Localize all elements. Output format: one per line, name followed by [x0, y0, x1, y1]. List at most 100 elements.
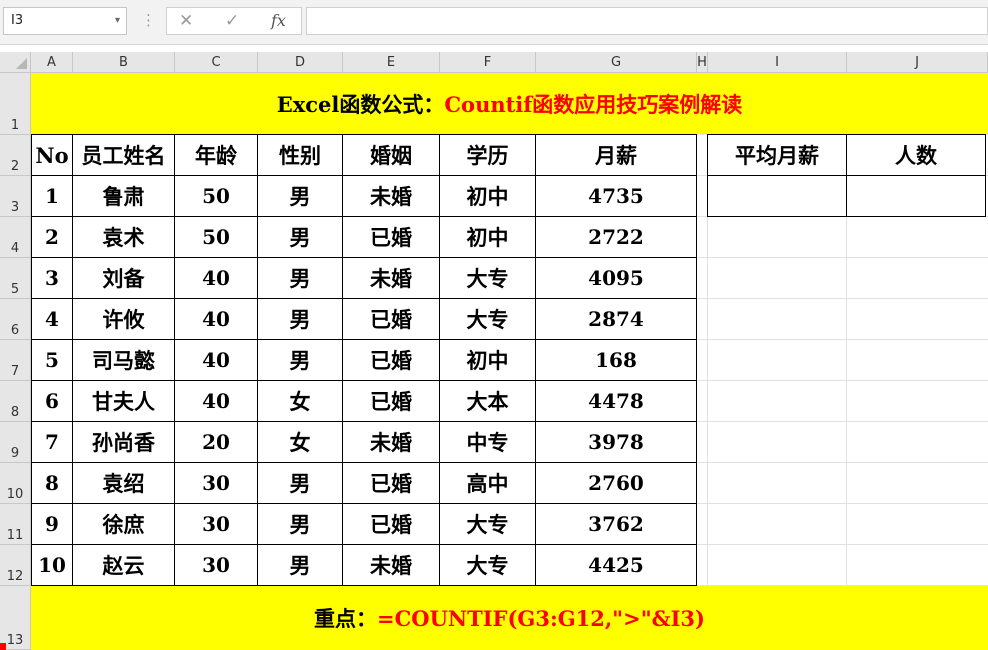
- row-header-13[interactable]: 13: [0, 586, 31, 650]
- title-cell[interactable]: Excel函数公式： Countif函数应用技巧案例解读: [31, 73, 988, 134]
- table-cell[interactable]: 甘夫人: [73, 381, 175, 422]
- column-header-i[interactable]: I: [708, 52, 847, 73]
- table-cell[interactable]: 已婚: [343, 504, 440, 545]
- enter-icon[interactable]: ✓: [225, 11, 239, 31]
- count-result-cell[interactable]: [847, 176, 986, 217]
- table-cell[interactable]: 40: [175, 299, 258, 340]
- name-box[interactable]: I3 ▾: [3, 7, 127, 35]
- header-cell-gender[interactable]: 性别: [258, 135, 343, 176]
- table-cell[interactable]: 4735: [536, 176, 697, 217]
- table-cell[interactable]: 赵云: [73, 545, 175, 586]
- table-cell[interactable]: 男: [258, 463, 343, 504]
- table-cell[interactable]: 男: [258, 545, 343, 586]
- table-cell[interactable]: 40: [175, 340, 258, 381]
- formula-input[interactable]: [306, 7, 988, 35]
- table-cell[interactable]: 初中: [440, 340, 536, 381]
- row-header-11[interactable]: 11: [0, 504, 31, 545]
- row-header-8[interactable]: 8: [0, 381, 31, 422]
- table-cell[interactable]: 孙尚香: [73, 422, 175, 463]
- row-header-4[interactable]: 4: [0, 217, 31, 258]
- header-cell-no[interactable]: No: [32, 135, 73, 176]
- table-cell[interactable]: 3: [32, 258, 73, 299]
- table-cell[interactable]: 女: [258, 381, 343, 422]
- table-cell[interactable]: 已婚: [343, 340, 440, 381]
- table-cell[interactable]: 未婚: [343, 545, 440, 586]
- table-cell[interactable]: 未婚: [343, 258, 440, 299]
- table-cell[interactable]: 2722: [536, 217, 697, 258]
- row-header-6[interactable]: 6: [0, 299, 31, 340]
- column-header-h[interactable]: H: [697, 52, 708, 73]
- table-cell[interactable]: 高中: [440, 463, 536, 504]
- table-cell[interactable]: 大专: [440, 258, 536, 299]
- table-cell[interactable]: 50: [175, 176, 258, 217]
- formula-note-cell[interactable]: 重点： =COUNTIF(G3:G12,">"&I3): [31, 586, 988, 650]
- table-cell[interactable]: 3762: [536, 504, 697, 545]
- table-cell[interactable]: 2874: [536, 299, 697, 340]
- table-cell[interactable]: 30: [175, 504, 258, 545]
- table-cell[interactable]: 女: [258, 422, 343, 463]
- table-cell[interactable]: 9: [32, 504, 73, 545]
- column-header-d[interactable]: D: [258, 52, 343, 73]
- table-cell[interactable]: 已婚: [343, 217, 440, 258]
- table-cell[interactable]: 初中: [440, 176, 536, 217]
- table-cell[interactable]: 3978: [536, 422, 697, 463]
- table-cell[interactable]: 鲁肃: [73, 176, 175, 217]
- row-header-9[interactable]: 9: [0, 422, 31, 463]
- table-cell[interactable]: 大专: [440, 545, 536, 586]
- table-cell[interactable]: 4: [32, 299, 73, 340]
- row-header-2[interactable]: 2: [0, 135, 31, 176]
- table-cell[interactable]: 男: [258, 504, 343, 545]
- table-cell[interactable]: 司马懿: [73, 340, 175, 381]
- table-cell[interactable]: 5: [32, 340, 73, 381]
- table-cell[interactable]: 2760: [536, 463, 697, 504]
- more-options-icon[interactable]: ⋮: [141, 10, 156, 30]
- table-cell[interactable]: 大专: [440, 504, 536, 545]
- table-cell[interactable]: 4478: [536, 381, 697, 422]
- table-cell[interactable]: 未婚: [343, 176, 440, 217]
- select-all-corner[interactable]: [0, 52, 31, 73]
- column-header-f[interactable]: F: [440, 52, 536, 73]
- cancel-icon[interactable]: ✕: [179, 11, 193, 31]
- header-cell-avg-salary[interactable]: 平均月薪: [708, 135, 847, 176]
- header-cell-salary[interactable]: 月薪: [536, 135, 697, 176]
- table-cell[interactable]: 男: [258, 258, 343, 299]
- table-cell[interactable]: 初中: [440, 217, 536, 258]
- row-header-1[interactable]: 1: [0, 73, 31, 135]
- table-cell[interactable]: 6: [32, 381, 73, 422]
- table-cell[interactable]: 许攸: [73, 299, 175, 340]
- column-header-b[interactable]: B: [73, 52, 175, 73]
- table-cell[interactable]: 刘备: [73, 258, 175, 299]
- table-cell[interactable]: 50: [175, 217, 258, 258]
- column-header-e[interactable]: E: [343, 52, 440, 73]
- header-cell-education[interactable]: 学历: [440, 135, 536, 176]
- header-cell-age[interactable]: 年龄: [175, 135, 258, 176]
- header-cell-count[interactable]: 人数: [847, 135, 986, 176]
- table-cell[interactable]: 袁术: [73, 217, 175, 258]
- column-header-c[interactable]: C: [175, 52, 258, 73]
- header-cell-name[interactable]: 员工姓名: [73, 135, 175, 176]
- row-header-10[interactable]: 10: [0, 463, 31, 504]
- row-header-3[interactable]: 3: [0, 176, 31, 217]
- avg-salary-input-cell[interactable]: [708, 176, 847, 217]
- table-cell[interactable]: 30: [175, 545, 258, 586]
- table-cell[interactable]: 袁绍: [73, 463, 175, 504]
- header-cell-marital[interactable]: 婚姻: [343, 135, 440, 176]
- table-cell[interactable]: 大本: [440, 381, 536, 422]
- table-cell[interactable]: 已婚: [343, 299, 440, 340]
- table-cell[interactable]: 40: [175, 381, 258, 422]
- table-cell[interactable]: 大专: [440, 299, 536, 340]
- table-cell[interactable]: 已婚: [343, 381, 440, 422]
- table-cell[interactable]: 中专: [440, 422, 536, 463]
- table-cell[interactable]: 8: [32, 463, 73, 504]
- row-header-7[interactable]: 7: [0, 340, 31, 381]
- table-cell[interactable]: 4425: [536, 545, 697, 586]
- table-cell[interactable]: 男: [258, 340, 343, 381]
- table-cell[interactable]: 未婚: [343, 422, 440, 463]
- table-cell[interactable]: 男: [258, 176, 343, 217]
- row-header-5[interactable]: 5: [0, 258, 31, 299]
- column-header-g[interactable]: G: [536, 52, 697, 73]
- insert-function-icon[interactable]: fx: [271, 11, 286, 31]
- table-cell[interactable]: 2: [32, 217, 73, 258]
- table-cell[interactable]: 10: [32, 545, 73, 586]
- table-cell[interactable]: 4095: [536, 258, 697, 299]
